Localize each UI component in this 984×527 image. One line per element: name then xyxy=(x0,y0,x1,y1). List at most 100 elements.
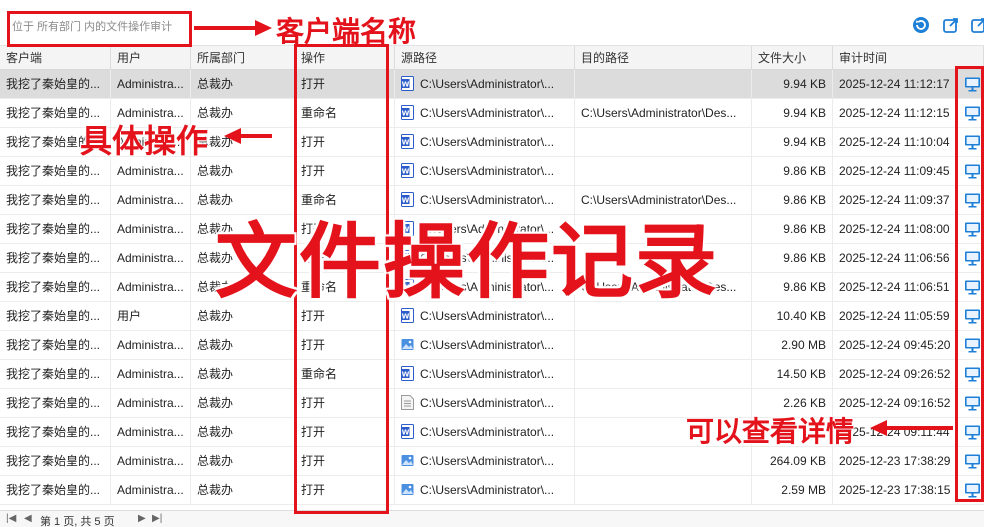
cell-time: 2025-12-24 11:08:00 xyxy=(833,215,958,244)
cell-user: Administra... xyxy=(111,244,191,273)
cell-dst xyxy=(575,157,752,186)
src-path-text: C:\Users\Administrator\... xyxy=(420,396,555,410)
cell-user: Administra... xyxy=(111,389,191,418)
cell-user: Administra... xyxy=(111,360,191,389)
col-header-user[interactable]: 用户 xyxy=(111,46,191,70)
cell-client: 我挖了秦始皇的... xyxy=(0,331,111,360)
cell-dept: 总裁办 xyxy=(191,331,295,360)
svg-text:W: W xyxy=(402,81,410,89)
annotation-client-name: 客户端名称 xyxy=(276,15,417,48)
cell-time: 2025-12-24 11:10:04 xyxy=(833,128,958,157)
image-file-icon xyxy=(401,455,414,467)
cell-user: Administra... xyxy=(111,186,191,215)
col-header-client[interactable]: 客户端 xyxy=(0,46,111,70)
cell-src: C:\Users\Administrator\... xyxy=(395,331,575,360)
cell-src: C:\Users\Administrator\... xyxy=(395,447,575,476)
cell-dst xyxy=(575,447,752,476)
word-file-icon: W xyxy=(401,105,414,121)
table-row[interactable]: 我挖了秦始皇的... Administra... 总裁办 重命名 W C:\Users\A… xyxy=(0,360,984,389)
annotation-box-scope xyxy=(7,11,192,47)
src-path-text: C:\Users\Administrator\... xyxy=(420,338,555,352)
cell-time: 2025-12-24 11:12:15 xyxy=(833,99,958,128)
cell-client: 我挖了秦始皇的... xyxy=(0,302,111,331)
table-row[interactable]: 我挖了秦始皇的... Administra... 总裁办 打开 C:\Users\Adm… xyxy=(0,447,984,476)
cell-user: Administra... xyxy=(111,418,191,447)
share-icon[interactable] xyxy=(970,16,984,34)
text-file-icon xyxy=(401,395,414,411)
word-file-icon: W xyxy=(401,163,414,179)
refresh-icon[interactable] xyxy=(912,16,930,34)
cell-src: W C:\Users\Administrator\... xyxy=(395,157,575,186)
cell-client: 我挖了秦始皇的... xyxy=(0,244,111,273)
next-page-icon[interactable]: ▶ xyxy=(138,513,146,524)
cell-client: 我挖了秦始皇的... xyxy=(0,215,111,244)
cell-time: 2025-12-24 11:12:17 xyxy=(833,70,958,99)
cell-time: 2025-12-23 17:38:15 xyxy=(833,476,958,505)
cell-size: 9.86 KB xyxy=(752,215,833,244)
src-path-text: C:\Users\Administrator\... xyxy=(420,483,555,497)
src-path-text: C:\Users\Administrator\... xyxy=(420,135,555,149)
col-header-dst[interactable]: 目的路径 xyxy=(575,46,752,70)
cell-size: 9.94 KB xyxy=(752,70,833,99)
cell-client: 我挖了秦始皇的... xyxy=(0,418,111,447)
table-row[interactable]: 我挖了秦始皇的... Administra... 总裁办 打开 C:\Users\Adm… xyxy=(0,331,984,360)
cell-user: Administra... xyxy=(111,476,191,505)
cell-client: 我挖了秦始皇的... xyxy=(0,186,111,215)
src-path-text: C:\Users\Administrator\... xyxy=(420,454,555,468)
cell-src: C:\Users\Administrator\... xyxy=(395,476,575,505)
cell-src: C:\Users\Administrator\... xyxy=(395,389,575,418)
cell-size: 9.86 KB xyxy=(752,244,833,273)
pager-text: 第 1 页, 共 5 页 xyxy=(40,516,115,527)
table-row[interactable]: 我挖了秦始皇的... Administra... 总裁办 打开 C:\Users\Adm… xyxy=(0,476,984,505)
cell-size: 9.86 KB xyxy=(752,273,833,302)
src-path-text: C:\Users\Administrator\... xyxy=(420,425,555,439)
cell-user: 用户 xyxy=(111,302,191,331)
export-icon[interactable] xyxy=(942,16,960,34)
col-header-size[interactable]: 文件大小 xyxy=(752,46,833,70)
cell-dept: 总裁办 xyxy=(191,389,295,418)
svg-text:W: W xyxy=(402,110,410,118)
cell-dst xyxy=(575,360,752,389)
last-page-icon[interactable]: ▶| xyxy=(152,513,162,524)
cell-src: W C:\Users\Administrator\... xyxy=(395,360,575,389)
cell-time: 2025-12-24 11:09:37 xyxy=(833,186,958,215)
src-path-text: C:\Users\Administrator\... xyxy=(420,367,555,381)
cell-client: 我挖了秦始皇的... xyxy=(0,389,111,418)
cell-time: 2025-12-23 17:38:29 xyxy=(833,447,958,476)
cell-time: 2025-12-24 11:06:51 xyxy=(833,273,958,302)
cell-client: 我挖了秦始皇的... xyxy=(0,273,111,302)
cell-size: 9.86 KB xyxy=(752,186,833,215)
annotation-view-details: 可以查看详情 xyxy=(686,415,855,448)
cell-size: 9.86 KB xyxy=(752,157,833,186)
word-file-icon: W xyxy=(401,366,414,382)
word-file-icon: W xyxy=(401,424,414,440)
prev-page-icon[interactable]: ◀ xyxy=(24,513,32,524)
cell-size: 10.40 KB xyxy=(752,302,833,331)
cell-client: 我挖了秦始皇的... xyxy=(0,360,111,389)
cell-dst xyxy=(575,70,752,99)
cell-dst xyxy=(575,128,752,157)
image-file-icon xyxy=(401,339,414,351)
annotation-box-detail-column xyxy=(955,66,984,502)
svg-text:W: W xyxy=(402,429,410,437)
cell-dept: 总裁办 xyxy=(191,360,295,389)
cell-client: 我挖了秦始皇的... xyxy=(0,447,111,476)
cell-size: 9.94 KB xyxy=(752,99,833,128)
src-path-text: C:\Users\Administrator\... xyxy=(420,77,555,91)
image-file-icon xyxy=(401,484,414,496)
cell-time: 2025-12-24 09:45:20 xyxy=(833,331,958,360)
cell-user: Administra... xyxy=(111,215,191,244)
cell-user: Administra... xyxy=(111,447,191,476)
svg-text:W: W xyxy=(402,371,410,379)
cell-dst xyxy=(575,331,752,360)
first-page-icon[interactable]: |◀ xyxy=(6,513,16,524)
cell-time: 2025-12-24 11:09:45 xyxy=(833,157,958,186)
cell-dept: 总裁办 xyxy=(191,70,295,99)
col-header-src[interactable]: 源路径 xyxy=(395,46,575,70)
cell-time: 2025-12-24 11:06:56 xyxy=(833,244,958,273)
annotation-specific-op: 具体操作 xyxy=(80,122,209,160)
cell-size: 264.09 KB xyxy=(752,447,833,476)
cell-dept: 总裁办 xyxy=(191,418,295,447)
table-row[interactable]: 我挖了秦始皇的... Administra... 总裁办 打开 W C:\Users\Ad… xyxy=(0,70,984,99)
cell-user: Administra... xyxy=(111,273,191,302)
